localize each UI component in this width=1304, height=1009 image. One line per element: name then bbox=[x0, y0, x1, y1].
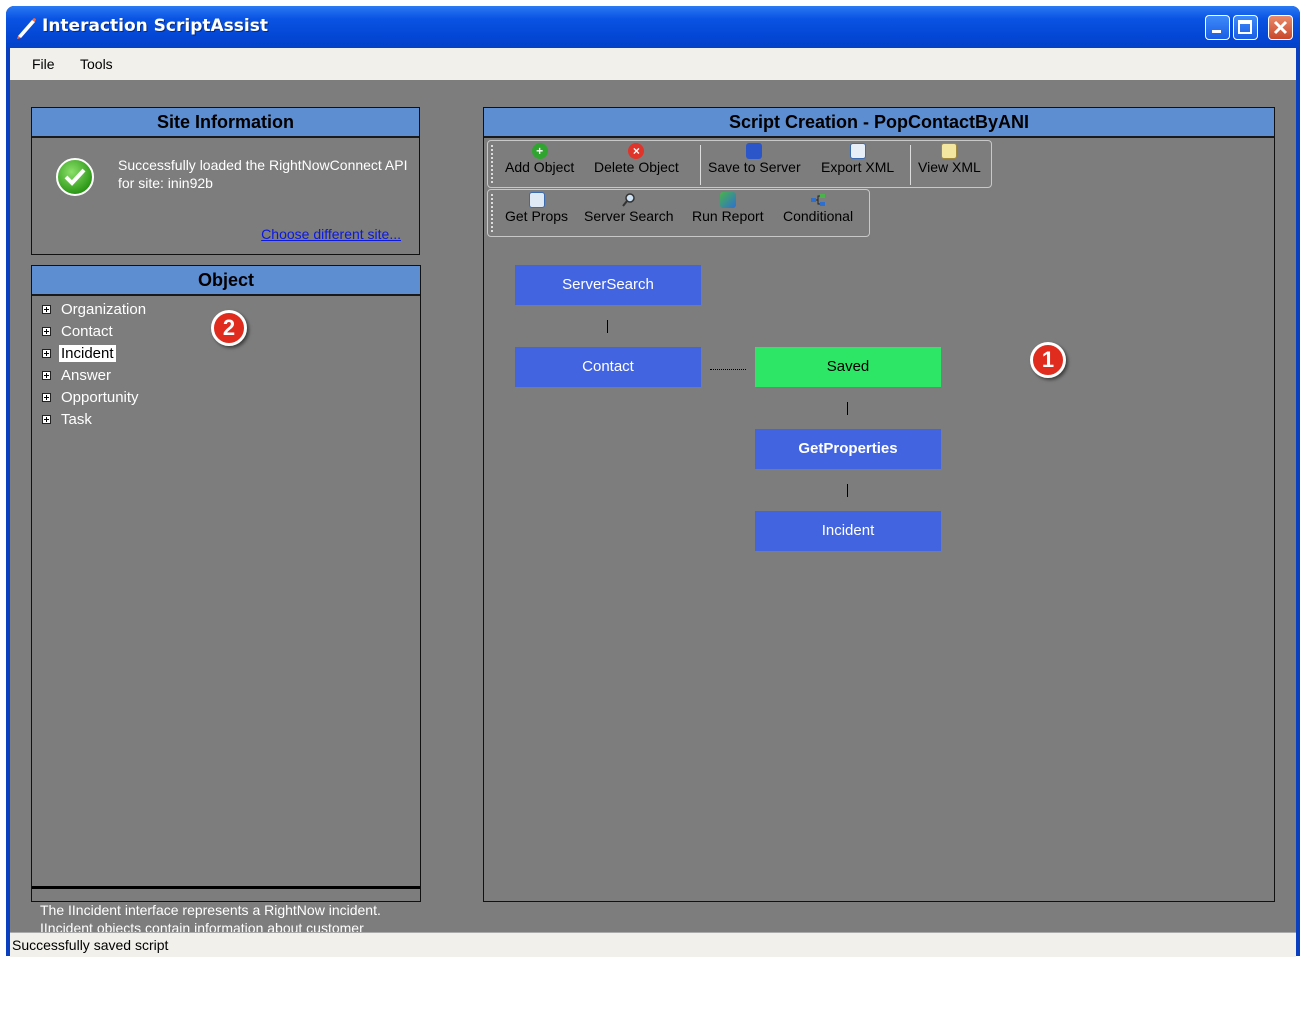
object-header: Object bbox=[32, 266, 420, 296]
get-props-label: Get Props bbox=[505, 208, 569, 224]
node-incident[interactable]: Incident bbox=[755, 511, 941, 551]
site-information-panel: Site Information Successfully loaded the… bbox=[31, 107, 420, 255]
add-object-button[interactable]: + Add Object bbox=[505, 143, 574, 175]
callout-badge-2: 2 bbox=[211, 310, 247, 346]
toolbar-grip[interactable] bbox=[491, 145, 496, 183]
tree-item-incident[interactable]: Incident bbox=[42, 342, 148, 364]
object-tree: Organization Contact Incident Answer Opp… bbox=[42, 298, 148, 430]
export-xml-button[interactable]: Export XML bbox=[821, 143, 894, 175]
status-text: Successfully saved script bbox=[12, 937, 169, 953]
object-description: The IIncident interface represents a Rig… bbox=[32, 886, 420, 1008]
server-search-label: Server Search bbox=[584, 208, 674, 224]
app-window: Interaction ScriptAssist File Tools Site… bbox=[6, 6, 1300, 1008]
maximize-icon bbox=[1238, 20, 1252, 34]
title-bar[interactable]: Interaction ScriptAssist bbox=[6, 6, 1300, 48]
site-information-header: Site Information bbox=[32, 108, 419, 138]
node-contact[interactable]: Contact bbox=[515, 347, 701, 387]
disk-icon bbox=[746, 143, 763, 159]
view-xml-button[interactable]: View XML bbox=[918, 143, 981, 175]
close-icon bbox=[1273, 20, 1288, 35]
script-creation-header: Script Creation - PopContactByANI bbox=[484, 108, 1274, 138]
client-area: File Tools Site Information Successfully… bbox=[10, 48, 1296, 1008]
script-creation-panel: Script Creation - PopContactByANI + Add … bbox=[483, 107, 1275, 902]
menu-bar: File Tools bbox=[10, 48, 1296, 80]
run-report-label: Run Report bbox=[692, 208, 764, 224]
callout-badge-1: 1 bbox=[1030, 342, 1066, 378]
save-to-server-button[interactable]: Save to Server bbox=[708, 143, 801, 175]
expand-icon[interactable] bbox=[42, 414, 51, 424]
menu-tools[interactable]: Tools bbox=[80, 56, 113, 72]
view-xml-label: View XML bbox=[918, 159, 981, 175]
expand-icon[interactable] bbox=[42, 392, 51, 402]
tree-item-opportunity[interactable]: Opportunity bbox=[42, 386, 148, 408]
tree-item-label: Task bbox=[61, 410, 92, 428]
window-title: Interaction ScriptAssist bbox=[42, 16, 268, 36]
tree-item-label: Answer bbox=[61, 366, 112, 384]
tree-item-contact[interactable]: Contact bbox=[42, 320, 148, 342]
pen-icon bbox=[14, 16, 38, 40]
close-button[interactable] bbox=[1268, 15, 1293, 40]
add-icon: + bbox=[531, 143, 548, 159]
add-object-label: Add Object bbox=[505, 159, 575, 175]
connector-line bbox=[847, 484, 848, 497]
check-icon bbox=[56, 158, 94, 196]
toolbar-grip[interactable] bbox=[491, 194, 496, 232]
search-icon bbox=[621, 192, 637, 208]
tree-item-label: Incident bbox=[59, 344, 116, 362]
tree-item-label: Organization bbox=[61, 300, 147, 318]
minimize-icon bbox=[1212, 30, 1221, 33]
save-to-server-label: Save to Server bbox=[708, 159, 801, 175]
toolbar-separator bbox=[700, 145, 701, 185]
expand-icon[interactable] bbox=[42, 326, 51, 336]
run-report-button[interactable]: Run Report bbox=[692, 192, 764, 224]
report-icon bbox=[719, 192, 736, 208]
delete-icon: × bbox=[628, 143, 645, 159]
toolbar-separator bbox=[910, 145, 911, 185]
expand-icon[interactable] bbox=[42, 304, 51, 314]
minimize-button[interactable] bbox=[1205, 15, 1230, 40]
delete-object-label: Delete Object bbox=[594, 159, 679, 175]
properties-icon bbox=[528, 192, 545, 208]
tree-item-label: Contact bbox=[61, 322, 113, 340]
view-xml-icon bbox=[941, 143, 958, 159]
expand-icon[interactable] bbox=[42, 370, 51, 380]
delete-object-button[interactable]: × Delete Object bbox=[594, 143, 679, 175]
conditional-label: Conditional bbox=[783, 208, 854, 224]
conditional-button[interactable]: Conditional bbox=[783, 192, 853, 224]
node-saved[interactable]: Saved bbox=[755, 347, 941, 387]
toolbar-row-2: Get Props Server Search Run Report Condi… bbox=[487, 189, 870, 237]
connector-line bbox=[607, 320, 608, 333]
status-bar: Successfully saved script bbox=[10, 932, 1296, 957]
toolbar-row-1: + Add Object × Delete Object Save to Ser… bbox=[487, 140, 992, 188]
connector-line bbox=[847, 402, 848, 415]
expand-icon[interactable] bbox=[42, 348, 51, 358]
choose-different-site-link[interactable]: Choose different site... bbox=[261, 226, 401, 242]
connector-line bbox=[710, 369, 746, 370]
tree-item-label: Opportunity bbox=[61, 388, 139, 406]
menu-file[interactable]: File bbox=[32, 56, 55, 72]
tree-item-answer[interactable]: Answer bbox=[42, 364, 148, 386]
node-get-properties[interactable]: GetProperties bbox=[755, 429, 941, 469]
tree-item-task[interactable]: Task bbox=[42, 408, 148, 430]
server-search-button[interactable]: Server Search bbox=[584, 192, 673, 224]
get-props-button[interactable]: Get Props bbox=[505, 192, 568, 224]
site-load-message: Successfully loaded the RightNowConnect … bbox=[118, 157, 408, 191]
export-xml-label: Export XML bbox=[821, 159, 895, 175]
object-panel: Object Organization Contact Incident Ans… bbox=[31, 265, 421, 1008]
maximize-button[interactable] bbox=[1233, 15, 1258, 40]
export-icon bbox=[849, 143, 866, 159]
tree-item-organization[interactable]: Organization bbox=[42, 298, 148, 320]
branch-icon bbox=[810, 192, 826, 208]
node-server-search[interactable]: ServerSearch bbox=[515, 265, 701, 305]
